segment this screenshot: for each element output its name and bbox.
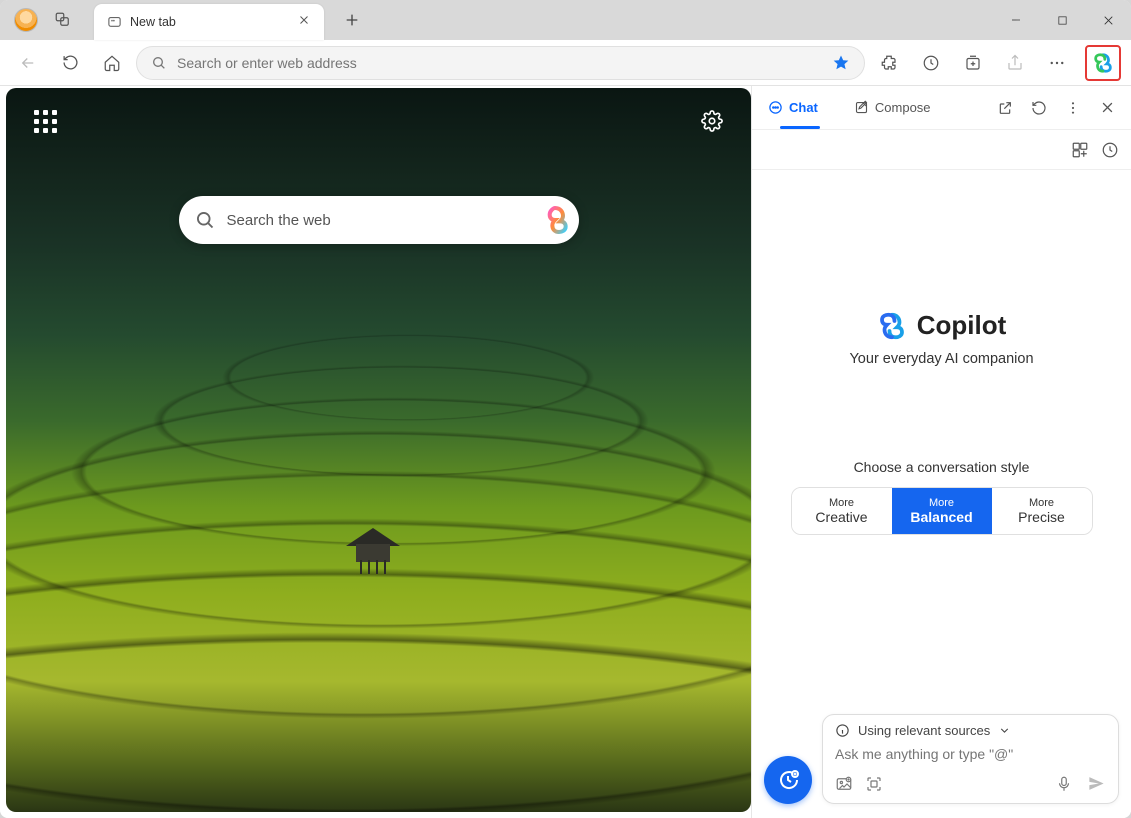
- tab-chat[interactable]: Chat: [762, 96, 824, 119]
- style-prompt-label: Choose a conversation style: [854, 459, 1030, 475]
- conversation-style-selector: More Creative More Balanced More Precise: [791, 487, 1093, 535]
- address-input[interactable]: [177, 55, 822, 71]
- panel-refresh-button[interactable]: [1025, 94, 1053, 122]
- chat-icon: [768, 100, 783, 115]
- copilot-toolbar-button[interactable]: [1085, 45, 1121, 81]
- plugins-button[interactable]: [1071, 141, 1089, 159]
- browser-tab[interactable]: New tab: [94, 4, 324, 40]
- open-external-button[interactable]: [991, 94, 1019, 122]
- tab-compose[interactable]: Compose: [848, 96, 937, 119]
- copilot-panel: Chat Compose: [751, 86, 1131, 818]
- copilot-tagline: Your everyday AI companion: [849, 351, 1033, 367]
- tab-favicon-icon: [106, 14, 122, 30]
- toolbar: [0, 40, 1131, 86]
- home-button[interactable]: [94, 45, 130, 81]
- panel-close-button[interactable]: [1093, 94, 1121, 122]
- share-button[interactable]: [997, 45, 1033, 81]
- titlebar: New tab: [0, 0, 1131, 40]
- style-precise-button[interactable]: More Precise: [992, 488, 1092, 534]
- app-launcher-button[interactable]: [34, 110, 57, 133]
- style-creative-button[interactable]: More Creative: [792, 488, 892, 534]
- menu-button[interactable]: [1039, 45, 1075, 81]
- background-hut-decoration: [346, 528, 400, 568]
- window-maximize-button[interactable]: [1039, 0, 1085, 40]
- ntp-search-box[interactable]: Search the web: [179, 196, 579, 244]
- copilot-logo-icon: [877, 311, 907, 341]
- tab-title: New tab: [130, 15, 290, 29]
- info-icon: [835, 723, 850, 738]
- tab-compose-label: Compose: [875, 100, 931, 115]
- compose-icon: [854, 100, 869, 115]
- workspaces-icon[interactable]: [52, 9, 74, 31]
- chevron-down-icon[interactable]: [998, 724, 1011, 737]
- panel-more-button[interactable]: [1059, 94, 1087, 122]
- copilot-icon: [1092, 52, 1114, 74]
- address-bar[interactable]: [136, 46, 865, 80]
- panel-history-button[interactable]: [1101, 141, 1119, 159]
- window-close-button[interactable]: [1085, 0, 1131, 40]
- panel-subheader: [752, 130, 1131, 170]
- favorite-star-icon[interactable]: [832, 54, 850, 72]
- new-tab-page: Search the web: [6, 88, 751, 812]
- profile-avatar[interactable]: [14, 8, 38, 32]
- collections-button[interactable]: [955, 45, 991, 81]
- new-tab-button[interactable]: [338, 6, 366, 34]
- window-minimize-button[interactable]: [993, 0, 1039, 40]
- history-button[interactable]: [913, 45, 949, 81]
- ntp-search-placeholder: Search the web: [227, 212, 527, 229]
- ask-input[interactable]: [835, 746, 1106, 762]
- style-balanced-button[interactable]: More Balanced: [892, 488, 992, 534]
- search-icon: [195, 210, 215, 230]
- sources-label: Using relevant sources: [858, 723, 990, 738]
- new-topic-button[interactable]: [764, 756, 812, 804]
- panel-header: Chat Compose: [752, 86, 1131, 130]
- send-button[interactable]: [1087, 774, 1106, 793]
- page-settings-button[interactable]: [701, 110, 723, 132]
- tab-close-button[interactable]: [298, 14, 314, 30]
- tab-chat-label: Chat: [789, 100, 818, 115]
- copilot-search-icon[interactable]: [539, 204, 571, 236]
- copilot-brand-title: Copilot: [917, 310, 1007, 341]
- back-button[interactable]: [10, 45, 46, 81]
- search-icon: [151, 55, 167, 71]
- microphone-button[interactable]: [1055, 775, 1073, 793]
- extensions-button[interactable]: [871, 45, 907, 81]
- visual-search-button[interactable]: [865, 775, 883, 793]
- add-image-button[interactable]: [835, 775, 853, 793]
- ask-box: Using relevant sources: [822, 714, 1119, 804]
- refresh-button[interactable]: [52, 45, 88, 81]
